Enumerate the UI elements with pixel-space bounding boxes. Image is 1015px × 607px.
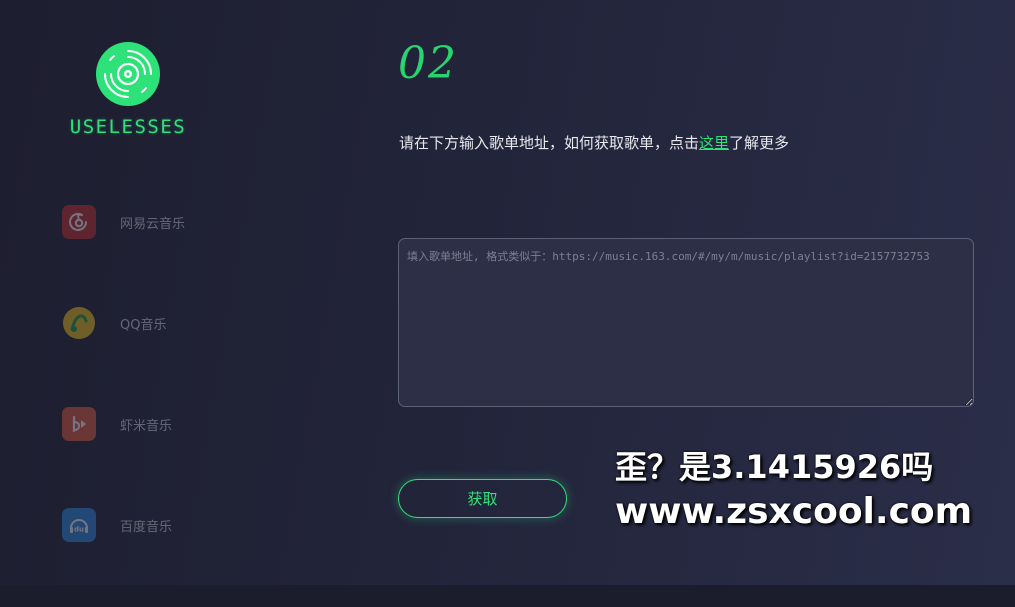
watermark-line2: www.zsxcool.com <box>615 491 973 532</box>
sidebar-item-netease[interactable]: 网易云音乐 <box>62 205 262 239</box>
vinyl-disc-icon <box>96 42 160 106</box>
sidebar-item-qq[interactable]: QQ音乐 <box>62 306 262 340</box>
sidebar-item-label: 虾米音乐 <box>120 418 173 434</box>
step-number: 02 <box>398 38 458 89</box>
logo-text: USELESSES <box>69 116 187 138</box>
watermark-line1: 歪？是3.1415926吗 <box>615 448 934 486</box>
help-link[interactable]: 这里 <box>699 134 729 152</box>
qq-music-icon <box>62 306 96 340</box>
sidebar-item-xiami[interactable]: 虾米音乐 <box>62 407 262 441</box>
instruction-after: 了解更多 <box>729 134 790 152</box>
svg-text:du: du <box>74 526 84 534</box>
sidebar-item-label: QQ音乐 <box>120 317 167 333</box>
instruction-before: 请在下方输入歌单地址，如何获取歌单，点击 <box>399 134 700 152</box>
playlist-url-input[interactable] <box>398 238 974 407</box>
sidebar-item-label: 百度音乐 <box>120 519 173 535</box>
sidebar-item-label: 网易云音乐 <box>120 216 186 232</box>
fetch-button[interactable]: 获取 <box>398 479 567 518</box>
instruction-text: 请在下方输入歌单地址，如何获取歌单，点击这里了解更多 <box>399 132 789 153</box>
watermark: 歪？是3.1415926吗 www.zsxcool.com <box>615 444 1005 534</box>
logo[interactable]: USELESSES <box>62 42 194 138</box>
sidebar-nav: 网易云音乐 QQ音乐 虾米音乐 du 百度音乐 <box>62 205 262 607</box>
sidebar-item-baidu[interactable]: du 百度音乐 <box>62 508 262 542</box>
xiami-music-icon <box>62 407 96 441</box>
netease-music-icon <box>62 205 96 239</box>
baidu-music-icon: du <box>62 508 96 542</box>
